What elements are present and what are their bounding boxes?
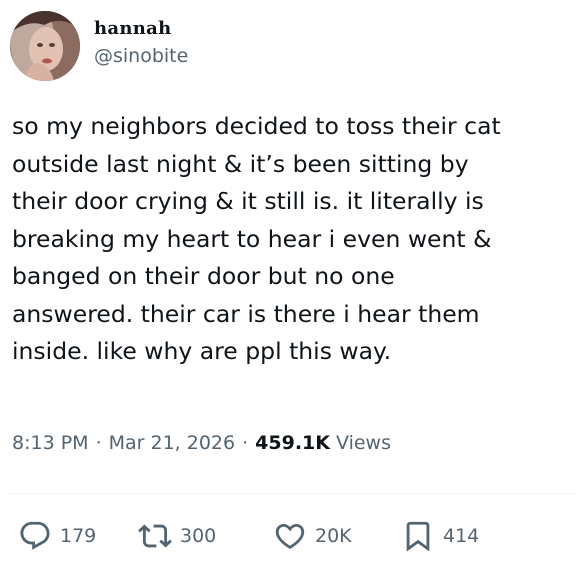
retweet-button[interactable]: 300 xyxy=(138,519,273,553)
like-count: 20K xyxy=(315,525,352,547)
bookmark-count: 414 xyxy=(443,525,480,547)
retweet-icon xyxy=(138,524,172,548)
reply-count: 179 xyxy=(60,525,97,547)
tweet-card: hannah @sinobite so my neighbors decided… xyxy=(0,0,580,562)
avatar-image xyxy=(10,11,80,81)
reply-icon xyxy=(20,521,50,550)
tweet-text: so my neighbors decided to toss their ca… xyxy=(12,112,501,365)
meta-separator: · xyxy=(242,432,249,454)
meta-separator: · xyxy=(95,432,102,454)
views-label[interactable]: Views xyxy=(336,428,391,458)
avatar[interactable] xyxy=(10,11,80,81)
retweet-count: 300 xyxy=(180,525,217,547)
like-button[interactable]: 20K xyxy=(273,519,401,553)
views-count[interactable]: 459.1K xyxy=(255,428,330,458)
action-bar: 179 300 20K 414 xyxy=(18,516,491,556)
author-handle[interactable]: @sinobite xyxy=(94,43,188,69)
tweet-header: hannah @sinobite xyxy=(10,10,188,82)
author-names: hannah @sinobite xyxy=(94,17,188,69)
heart-icon xyxy=(275,523,305,549)
reply-button[interactable]: 179 xyxy=(18,519,138,553)
tweet-meta: 8:13 PM · Mar 21, 2026 · 459.1K Views xyxy=(12,428,391,458)
bookmark-icon xyxy=(406,521,430,552)
bookmark-button[interactable]: 414 xyxy=(401,519,491,553)
tweet-date[interactable]: Mar 21, 2026 xyxy=(109,428,236,458)
author-display-name[interactable]: hannah xyxy=(94,17,188,41)
tweet-time[interactable]: 8:13 PM xyxy=(12,428,89,458)
divider xyxy=(10,493,575,494)
